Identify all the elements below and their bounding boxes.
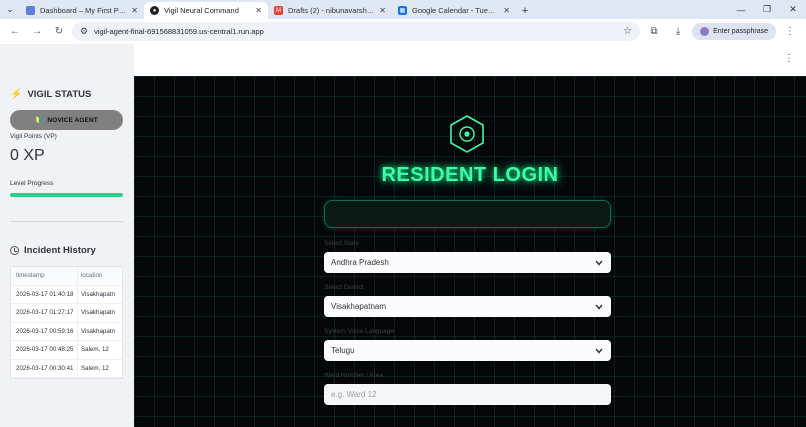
reload-icon[interactable]: ↻	[50, 23, 68, 41]
browser-tab-0[interactable]: Dashboard – My First Project – ✕	[20, 2, 144, 19]
medal-icon: 🔰	[35, 117, 44, 124]
incident-history-title: Incident History	[24, 245, 96, 256]
column-header-location[interactable]: location	[78, 272, 122, 279]
table-row: 2026-03-17 00:30:41 Salem, 12	[11, 359, 122, 378]
new-tab-button[interactable]: +	[516, 2, 534, 19]
browser-menu-icon[interactable]: ⋮	[780, 23, 800, 41]
location-cell: Salem, 12	[81, 346, 109, 354]
tab-search-chevron-icon[interactable]: ⌄	[0, 0, 20, 19]
profile-avatar-icon	[700, 27, 710, 36]
language-label: System Voice Language	[324, 328, 395, 335]
browser-tab-strip: ⌄ Dashboard – My First Project – ✕ ● Vig…	[0, 0, 806, 19]
history-clock-icon	[10, 246, 19, 255]
timestamp-cell: 2026-03-17 01:27:17	[11, 304, 78, 322]
table-row: 2026-03-17 01:40:18 Visakhapatn	[11, 285, 122, 304]
restore-icon[interactable]: ❐	[754, 0, 780, 19]
tab-close-icon[interactable]: ✕	[503, 6, 510, 15]
state-label: Select State	[324, 240, 360, 247]
close-window-icon[interactable]: ✕	[780, 0, 806, 19]
state-select[interactable]: Andhra Pradesh	[324, 252, 611, 273]
enter-passphrase-button[interactable]: Enter passphrase	[692, 23, 776, 40]
location-cell: Salem, 12	[81, 364, 109, 372]
timestamp-cell: 2026-03-17 00:30:41	[11, 359, 78, 377]
location-cell: Visakhapatn	[81, 327, 115, 335]
lightning-icon: ⚡	[10, 89, 23, 100]
progress-label: Level Progress	[10, 180, 54, 187]
calendar-favicon-icon: ▦	[398, 6, 407, 15]
shield-eye-logo-icon	[450, 115, 484, 153]
ward-input[interactable]	[324, 384, 611, 405]
rank-badge-button[interactable]: 🔰 NOVICE AGENT	[10, 110, 123, 130]
page-title: RESIDENT LOGIN	[381, 164, 559, 186]
address-bar[interactable]: ⚙ vigil-agent-final-691568831059.us-cent…	[72, 22, 641, 41]
timestamp-cell: 2026-03-17 00:59:16	[11, 322, 78, 340]
chevron-down-icon	[594, 346, 604, 356]
back-arrow-icon[interactable]: ←	[6, 23, 24, 41]
ward-label: Ward Number / Area	[324, 372, 384, 379]
level-progress-fill	[10, 193, 123, 197]
language-value: Telugu	[331, 346, 355, 355]
district-label: Select District	[324, 284, 364, 291]
dashboard-favicon-icon	[26, 6, 35, 15]
passphrase-label: Enter passphrase	[713, 28, 768, 35]
app-menu-icon[interactable]: ⋮	[784, 53, 794, 64]
table-row: 2026-03-17 00:59:16 Visakhapatn	[11, 322, 122, 341]
vigil-status-title: VIGIL STATUS	[27, 89, 92, 100]
tab-title: Google Calendar - Tuesday, Ma	[412, 6, 498, 15]
tab-title: Drafts (2) - nibunavarshni@gm	[288, 6, 374, 15]
site-info-icon[interactable]: ⚙	[80, 26, 88, 37]
url-text: vigil-agent-final-691568831059.us-centra…	[94, 27, 264, 36]
login-panel: RESIDENT LOGIN Select State Andhra Prade…	[134, 76, 806, 427]
language-select[interactable]: Telugu	[324, 340, 611, 361]
main-header: ⋮	[134, 44, 806, 76]
browser-tab-3[interactable]: ▦ Google Calendar - Tuesday, Ma ✕	[392, 2, 516, 19]
browser-tab-1[interactable]: ● Vigil Neural Command ✕	[144, 2, 268, 19]
incident-history-heading: Incident History	[10, 245, 96, 256]
rank-badge-label: NOVICE AGENT	[47, 116, 98, 124]
table-row: 2026-03-17 00:48:25 Salem, 12	[11, 341, 122, 360]
points-label: Vigil Points (VP)	[10, 133, 57, 140]
bookmark-star-icon[interactable]: ☆	[623, 26, 632, 37]
level-progress-bar	[10, 193, 123, 197]
vigil-status-heading: ⚡ VIGIL STATUS	[10, 89, 91, 100]
gmail-favicon-icon: M	[274, 6, 283, 15]
tab-title: Vigil Neural Command	[164, 6, 239, 15]
timestamp-cell: 2026-03-17 00:48:25	[11, 341, 78, 359]
column-header-timestamp[interactable]: timestamp	[11, 267, 78, 285]
timestamp-cell: 2026-03-17 01:40:18	[11, 285, 78, 303]
tab-close-icon[interactable]: ✕	[131, 6, 138, 15]
state-value: Andhra Pradesh	[331, 258, 389, 267]
chevron-down-icon	[594, 258, 604, 268]
minimize-icon[interactable]: —	[728, 0, 754, 19]
browser-toolbar: ← → ↻ ⚙ vigil-agent-final-691568831059.u…	[0, 19, 806, 44]
tab-close-icon[interactable]: ✕	[255, 6, 262, 15]
sidebar-divider	[10, 221, 123, 222]
extensions-icon[interactable]: ⧉	[644, 23, 664, 41]
chevron-down-icon	[594, 302, 604, 312]
download-icon[interactable]: ⤓	[668, 23, 688, 41]
points-value: 0 XP	[10, 147, 45, 164]
window-controls: — ❐ ✕	[728, 0, 806, 19]
tab-close-icon[interactable]: ✕	[379, 6, 386, 15]
district-select[interactable]: Visakhapatnam	[324, 296, 611, 317]
browser-tab-2[interactable]: M Drafts (2) - nibunavarshni@gm ✕	[268, 2, 392, 19]
location-cell: Visakhapatn	[81, 290, 115, 298]
table-header-row: timestamp location	[11, 267, 122, 286]
tab-title: Dashboard – My First Project –	[40, 6, 126, 15]
status-display-box	[324, 200, 611, 228]
vigil-favicon-icon: ●	[150, 6, 159, 15]
sidebar: ⚡ VIGIL STATUS 🔰 NOVICE AGENT Vigil Poin…	[0, 44, 134, 427]
table-row: 2026-03-17 01:27:17 Visakhapatn	[11, 304, 122, 323]
location-cell: Visakhapatn	[81, 309, 115, 317]
district-value: Visakhapatnam	[331, 302, 386, 311]
forward-arrow-icon[interactable]: →	[28, 23, 46, 41]
incident-history-table[interactable]: timestamp location 2026-03-17 01:40:18 V…	[10, 266, 123, 379]
